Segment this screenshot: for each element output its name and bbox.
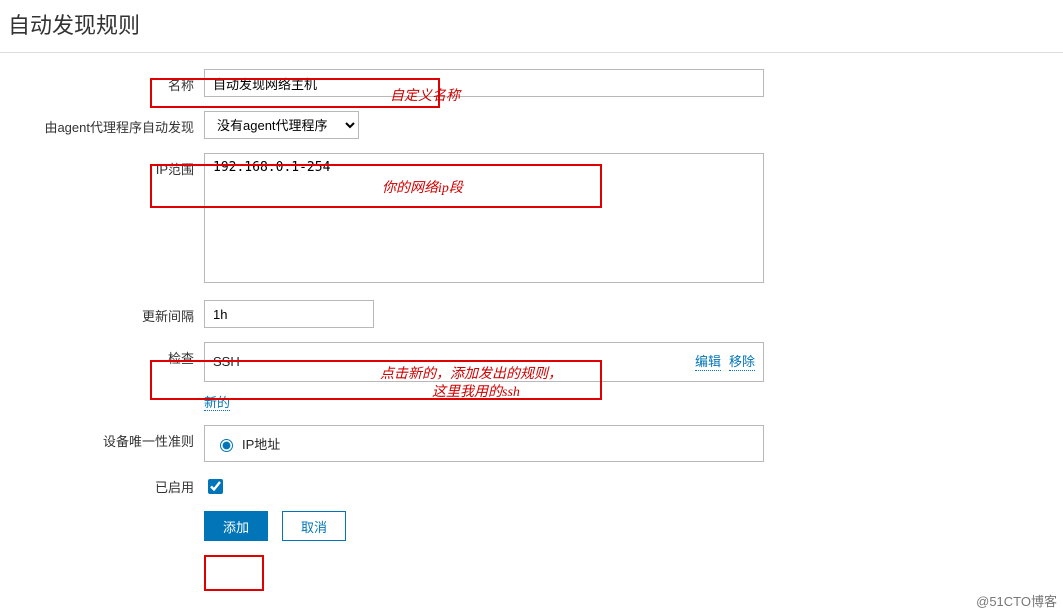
- page-title: 自动发现规则: [0, 0, 1063, 53]
- agent-proxy-select[interactable]: 没有agent代理程序: [204, 111, 359, 139]
- ip-range-input[interactable]: [204, 153, 764, 283]
- uniqueness-label: 设备唯一性准则: [4, 425, 204, 450]
- name-label: 名称: [4, 69, 204, 94]
- ip-range-label: IP范围: [4, 153, 204, 178]
- check-remove-link[interactable]: 移除: [729, 351, 755, 371]
- checks-label: 检查: [4, 342, 204, 367]
- check-new-link[interactable]: 新的: [204, 395, 230, 411]
- interval-label: 更新间隔: [4, 300, 204, 325]
- enabled-label: 已启用: [4, 477, 204, 496]
- uniqueness-radio-ip-label: IP地址: [242, 434, 280, 453]
- check-edit-link[interactable]: 编辑: [695, 351, 721, 371]
- watermark: @51CTO博客: [976, 591, 1057, 610]
- name-input[interactable]: [204, 69, 764, 97]
- uniqueness-radio-ip[interactable]: [220, 439, 233, 452]
- interval-input[interactable]: [204, 300, 374, 328]
- check-type-value: SSH: [213, 354, 240, 369]
- add-button[interactable]: 添加: [204, 511, 268, 541]
- discovery-rule-form: 名称 由agent代理程序自动发现 没有agent代理程序 IP范围 更新间隔: [0, 57, 1063, 567]
- agent-proxy-label: 由agent代理程序自动发现: [4, 111, 204, 136]
- checks-box: SSH 编辑 移除: [204, 342, 764, 382]
- cancel-button[interactable]: 取消: [282, 511, 346, 541]
- enabled-checkbox[interactable]: [208, 479, 223, 494]
